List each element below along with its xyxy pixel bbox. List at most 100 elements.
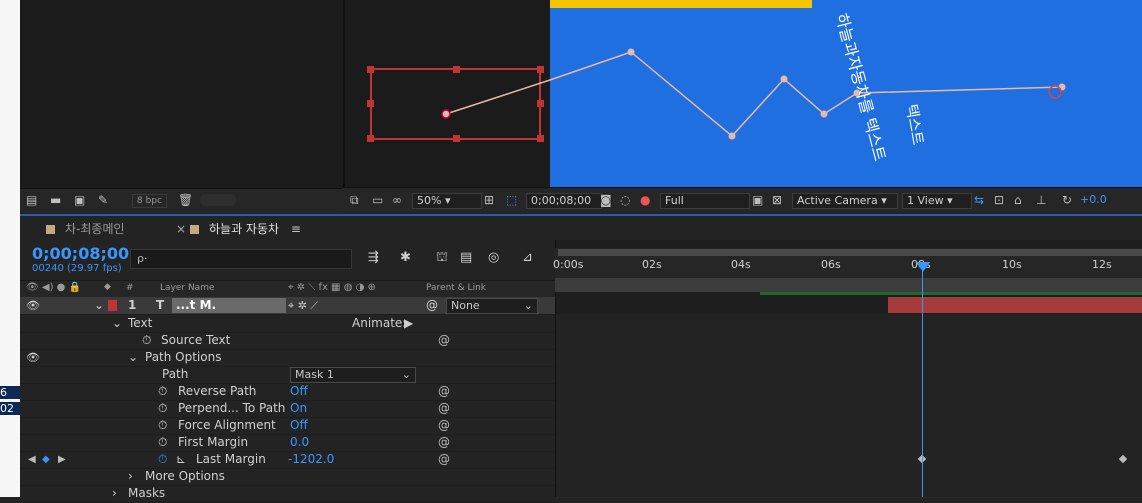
property-value[interactable]: Off	[290, 383, 308, 400]
property-row-first-margin[interactable]: ⏱ First Margin 0.0 @	[20, 434, 555, 452]
pickwhip-icon[interactable]: @	[426, 297, 438, 314]
project-list[interactable]	[20, 0, 342, 188]
property-value[interactable]: On	[290, 400, 307, 417]
comp-flowchart-icon[interactable]: ⊥	[1036, 193, 1046, 207]
property-value[interactable]: 0.0	[290, 434, 309, 451]
time-navigator[interactable]	[555, 278, 1142, 292]
close-tab-icon[interactable]: ×	[176, 221, 186, 237]
viewer-timecode[interactable]: 0;00;08;00	[526, 193, 602, 209]
grid-icon[interactable]: ⊞	[484, 193, 494, 207]
stopwatch-icon[interactable]: ⏱	[158, 434, 167, 451]
expand-chevron-icon[interactable]: ⌄	[112, 315, 122, 332]
visibility-eye-icon[interactable]: 👁	[26, 297, 40, 314]
timeline-track[interactable]	[556, 484, 1142, 498]
timeline-track[interactable]	[556, 348, 1142, 366]
shy-layers-icon[interactable]: ⛫	[436, 250, 448, 267]
new-composition-icon[interactable]: ▣	[74, 194, 88, 206]
comp-mini-flowchart-icon[interactable]: ⇶	[368, 250, 379, 265]
expand-chevron-icon[interactable]: ⌄	[128, 349, 138, 366]
property-row-reverse-path[interactable]: ⏱ Reverse Path Off @	[20, 383, 555, 401]
work-area-bar[interactable]	[558, 249, 1142, 256]
graph-editor-icon[interactable]: ⊿	[522, 250, 533, 265]
expand-chevron-icon[interactable]: ›	[128, 468, 133, 485]
views-dropdown[interactable]: 1 View ▾	[902, 193, 972, 209]
layer-switches-icons[interactable]: ⌖ ✲ ⟋	[288, 297, 318, 314]
property-row-force-alignment[interactable]: ⏱ Force Alignment Off @	[20, 417, 555, 435]
tab-final-main[interactable]: 차-최종메인	[46, 221, 125, 237]
stopwatch-icon[interactable]: ⏱	[158, 400, 167, 417]
frame-blending-icon[interactable]: ▤	[460, 250, 472, 265]
timeline-track[interactable]	[556, 365, 1142, 383]
property-value[interactable]: Off	[290, 417, 308, 434]
motion-blur-icon[interactable]: ◎	[488, 250, 499, 265]
current-time-indicator[interactable]	[922, 266, 923, 497]
parent-dropdown[interactable]: None ⌄	[446, 298, 538, 314]
property-row-last-margin[interactable]: ◀ ◆ ▶ ⏱ ⊾ Last Margin -1202.0 @	[20, 451, 555, 469]
expression-pickwhip-icon[interactable]: @	[438, 332, 450, 349]
expand-chevron-icon[interactable]: ›	[112, 485, 117, 502]
timeline-track[interactable]	[556, 331, 1142, 349]
reset-exposure-icon[interactable]: ↻	[1062, 193, 1072, 207]
draft-3d-icon[interactable]: ✱	[400, 250, 411, 265]
expression-pickwhip-icon[interactable]: @	[438, 434, 450, 451]
show-snapshot-icon[interactable]: ◌	[620, 193, 630, 207]
property-row-more-options[interactable]: › More Options	[20, 468, 555, 486]
toggle-pixel-aspect-icon[interactable]: ⇆	[974, 193, 984, 207]
layer-row[interactable]: 👁 ⌄ 1 T ...t M. ⌖ ✲ ⟋ @ None ⌄	[20, 297, 555, 315]
stopwatch-icon[interactable]: ⏱	[158, 383, 167, 400]
vr-goggles-icon[interactable]: ∞	[392, 193, 402, 207]
path-mask-dropdown[interactable]: Mask 1 ⌄	[290, 367, 416, 383]
graph-icon[interactable]: ⊾	[176, 451, 186, 468]
property-row-source-text[interactable]: ⏱ Source Text @	[20, 332, 555, 350]
timeline-track[interactable]	[556, 450, 1142, 468]
camera-dropdown[interactable]: Active Camera ▾	[792, 193, 898, 209]
next-keyframe-icon[interactable]: ▶	[58, 451, 66, 468]
expression-pickwhip-icon[interactable]: @	[438, 400, 450, 417]
tab-sky-and-car[interactable]: 하늘과 자동차 ≡	[190, 221, 301, 237]
camera-snapshot-icon[interactable]: ◙	[600, 193, 612, 207]
layer-search-input[interactable]: ρ·	[130, 249, 352, 269]
timeline-timecode[interactable]: 0;00;08;00	[32, 244, 129, 263]
trash-icon[interactable]: 🗑	[178, 194, 193, 206]
timeline-track[interactable]	[556, 399, 1142, 417]
stopwatch-active-icon[interactable]: ⏱	[158, 451, 167, 468]
timeline-track[interactable]	[556, 467, 1142, 485]
render-queue-icon[interactable]: ✎	[98, 194, 112, 206]
property-value[interactable]: -1202.0	[288, 451, 334, 468]
visibility-eye-icon[interactable]: 👁	[26, 349, 40, 366]
transparency-grid-icon[interactable]: ⊠	[772, 193, 782, 207]
timeline-track[interactable]	[556, 433, 1142, 451]
timeline-link-icon[interactable]: ⊡	[994, 193, 1004, 207]
flowchart-icon[interactable]: ⌂	[1014, 193, 1022, 207]
expression-pickwhip-icon[interactable]: @	[438, 451, 450, 468]
parent-link-header[interactable]: Parent & Link	[426, 283, 486, 293]
panel-menu-icon[interactable]: ≡	[291, 222, 301, 236]
timeline-track[interactable]	[556, 416, 1142, 434]
snapshot-region-icon[interactable]: ⧉	[350, 193, 359, 207]
layer-name-header[interactable]: Layer Name	[160, 283, 215, 293]
monitor-icon[interactable]: ▭	[372, 193, 383, 207]
expand-chevron-icon[interactable]: ⌄	[94, 297, 104, 314]
layer-duration-bar[interactable]	[888, 297, 1142, 313]
stopwatch-icon[interactable]: ⏱	[142, 332, 151, 349]
property-row-masks[interactable]: › Masks	[20, 485, 555, 503]
timeline-track[interactable]	[556, 314, 1142, 332]
expression-pickwhip-icon[interactable]: @	[438, 383, 450, 400]
color-channels-icon[interactable]: ●	[640, 193, 650, 207]
expression-pickwhip-icon[interactable]: @	[438, 417, 450, 434]
region-of-interest-icon[interactable]: ⬚	[506, 193, 517, 207]
property-row-path[interactable]: Path Mask 1 ⌄	[20, 366, 555, 384]
exposure-value[interactable]: +0.0	[1080, 193, 1107, 207]
zoom-dropdown[interactable]: 50% ▾	[412, 193, 482, 209]
property-row-text[interactable]: ⌄ Text Animate: ▶	[20, 315, 555, 333]
new-folder-icon[interactable]: ▬	[50, 194, 64, 206]
prev-keyframe-icon[interactable]: ◀	[28, 451, 36, 468]
animate-menu-icon[interactable]: ▶	[404, 315, 413, 332]
timeline-track[interactable]	[556, 382, 1142, 400]
property-row-path-options[interactable]: 👁 ⌄ Path Options	[20, 349, 555, 367]
layer-name-field[interactable]: ...t M.	[172, 298, 286, 313]
bit-depth-button[interactable]: 8 bpc	[132, 194, 167, 208]
path-overlay[interactable]: 하늘과자동차를 텍스트 텍스트	[342, 0, 1142, 187]
fast-preview-icon[interactable]: ▣	[752, 193, 763, 207]
current-time-indicator-head[interactable]	[916, 262, 930, 272]
